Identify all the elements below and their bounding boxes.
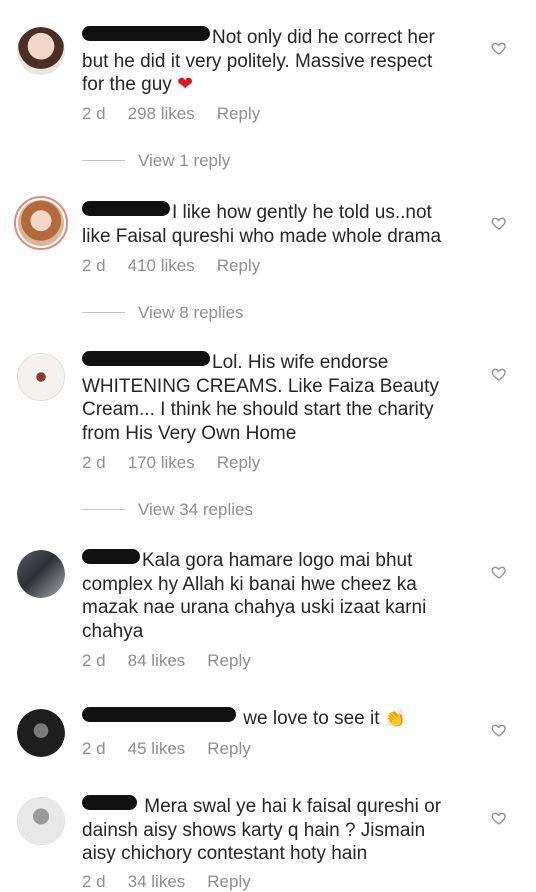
reply-button[interactable]: Reply xyxy=(207,739,250,759)
comment-time: 2 d xyxy=(82,872,106,891)
view-replies-button[interactable]: View 34 replies xyxy=(82,500,253,520)
comment-text: Mera swal ye hai k faisal qureshi or dai… xyxy=(82,795,442,864)
redacted-username xyxy=(82,795,137,810)
comment-meta: 2 d 410 likes Reply xyxy=(82,256,282,276)
likes-count[interactable]: 34 likes xyxy=(128,872,186,892)
redacted-username xyxy=(82,201,170,216)
reply-button[interactable]: Reply xyxy=(217,453,260,473)
comment-text: Not only did he correct her but he did i… xyxy=(82,26,435,95)
comment-time: 2 d xyxy=(82,256,106,275)
likes-count[interactable]: 45 likes xyxy=(128,739,186,759)
likes-count[interactable]: 170 likes xyxy=(128,453,195,473)
heart-outline-icon[interactable] xyxy=(491,215,507,231)
likes-count[interactable]: 84 likes xyxy=(128,651,186,671)
reply-button[interactable]: Reply xyxy=(207,651,250,671)
comment-time: 2 d xyxy=(82,453,106,472)
comment-meta: 2 d 84 likes Reply xyxy=(82,651,273,671)
comment-time: 2 d xyxy=(82,739,106,758)
avatar[interactable] xyxy=(17,27,65,75)
comment-time: 2 d xyxy=(82,104,106,123)
heart-outline-icon[interactable] xyxy=(491,564,507,580)
redacted-username xyxy=(82,26,210,41)
reply-button[interactable]: Reply xyxy=(217,256,260,276)
comment-meta: 2 d 170 likes Reply xyxy=(82,453,282,473)
redacted-username xyxy=(82,707,236,722)
likes-count[interactable]: 410 likes xyxy=(128,256,195,276)
heart-outline-icon[interactable] xyxy=(491,810,507,826)
divider-line xyxy=(82,160,125,161)
avatar[interactable] xyxy=(17,550,65,598)
avatar[interactable] xyxy=(17,797,65,845)
avatar[interactable] xyxy=(14,196,68,250)
divider-line xyxy=(82,509,125,510)
heart-outline-icon[interactable] xyxy=(491,40,507,56)
comment-text: I like how gently he told us..not like F… xyxy=(82,201,442,247)
avatar[interactable] xyxy=(17,353,65,401)
comment-text: Kala gora hamare logo mai bhut complex h… xyxy=(82,549,427,642)
clapping-hands-emoji: 👏 xyxy=(384,709,406,728)
heart-outline-icon[interactable] xyxy=(491,366,507,382)
comment-text: Lol. His wife endorse WHITENING CREAMS. … xyxy=(82,351,439,444)
comment-meta: 2 d 34 likes Reply xyxy=(82,872,273,892)
divider-line xyxy=(82,312,125,313)
view-replies-button[interactable]: View 8 replies xyxy=(82,303,244,323)
redacted-username xyxy=(82,351,210,366)
comment-meta: 2 d 298 likes Reply xyxy=(82,104,282,124)
view-replies-button[interactable]: View 1 reply xyxy=(82,151,230,171)
avatar[interactable] xyxy=(17,709,65,757)
red-heart-emoji: ❤ xyxy=(177,74,193,95)
reply-button[interactable]: Reply xyxy=(217,104,260,124)
redacted-username xyxy=(82,549,140,564)
comment-meta: 2 d 45 likes Reply xyxy=(82,739,273,759)
reply-button[interactable]: Reply xyxy=(207,872,250,892)
heart-outline-icon[interactable] xyxy=(491,722,507,738)
comment-text: we love to see it 👏 xyxy=(82,707,472,731)
likes-count[interactable]: 298 likes xyxy=(128,104,195,124)
comment-time: 2 d xyxy=(82,651,106,670)
